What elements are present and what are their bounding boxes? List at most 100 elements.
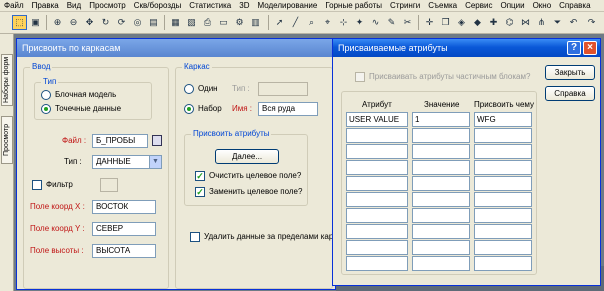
split-icon[interactable]: ⋔ [534,15,549,30]
menu-item[interactable]: Правка [28,0,63,12]
measure-icon[interactable]: ⌖ [320,15,335,30]
table-cell[interactable] [474,128,532,143]
z-coord-field[interactable]: ВЫСОТА [92,244,156,258]
y-coord-field[interactable]: СЕВЕР [92,222,156,236]
chevron-down-icon[interactable]: ▼ [149,156,161,168]
table-cell[interactable] [346,176,408,191]
table-cell[interactable] [412,144,470,159]
table-cell[interactable] [412,256,470,271]
join-icon[interactable]: ⋈ [518,15,533,30]
menu-item[interactable]: Сервис [461,0,496,12]
view-icon[interactable]: ▧ [184,15,199,30]
menu-item[interactable]: Опции [496,0,528,12]
table-cell[interactable] [346,208,408,223]
target-icon[interactable]: ◈ [454,15,469,30]
table-cell[interactable] [346,192,408,207]
plot-icon[interactable]: ▥ [248,15,263,30]
table-cell[interactable] [474,224,532,239]
menu-item[interactable]: Съемка [424,0,461,12]
radio-block-model[interactable] [41,90,51,100]
menu-item[interactable]: Моделирование [253,0,321,12]
move-icon[interactable]: ✛ [422,15,437,30]
tab-form-sets[interactable]: Наборы форм [1,54,13,106]
table-cell[interactable]: USER VALUE [346,112,408,127]
table-cell[interactable] [474,208,532,223]
undo-icon[interactable]: ↶ [566,15,581,30]
menu-item[interactable]: Статистика [185,0,235,12]
filter-icon[interactable]: ⏷ [550,15,565,30]
file-field[interactable]: Б_ПРОБЫ [92,134,148,148]
wireframe-name-field[interactable]: Вся руда [258,102,318,116]
table-cell[interactable] [346,240,408,255]
table-cell[interactable] [474,160,532,175]
menu-item[interactable]: Просмотр [85,0,130,12]
refresh-icon[interactable]: ⟳ [114,15,129,30]
redo-icon[interactable]: ↷ [584,15,599,30]
table-cell[interactable]: 1 [412,112,470,127]
filter-checkbox[interactable] [32,180,42,190]
pointer-tool-icon[interactable]: ⬚ [12,15,27,30]
window-icon[interactable]: ▭ [216,15,231,30]
string-icon[interactable]: ∿ [368,15,383,30]
redraw-icon[interactable]: ◎ [130,15,145,30]
table-cell[interactable] [474,256,532,271]
table-cell[interactable] [346,128,408,143]
point-icon[interactable]: ✦ [352,15,367,30]
menu-item[interactable]: 3D [235,0,253,12]
radio-set[interactable] [184,104,194,114]
table-cell[interactable] [412,160,470,175]
node-icon[interactable]: ⌬ [502,15,517,30]
select-tool-icon[interactable]: ▣ [28,15,43,30]
help-button[interactable]: Справка [545,86,595,101]
arrow-icon[interactable]: ➚ [272,15,287,30]
table-cell[interactable] [474,240,532,255]
table-cell[interactable] [346,224,408,239]
table-cell[interactable] [474,192,532,207]
clear-target-checkbox[interactable]: ✓ [195,171,205,181]
more-button[interactable]: Далее... [215,149,279,164]
replace-target-checkbox[interactable]: ✓ [195,187,205,197]
menu-item[interactable]: Файл [0,0,28,12]
table-cell[interactable] [412,208,470,223]
table-cell[interactable] [346,160,408,175]
close-icon[interactable]: × [583,41,597,55]
line-icon[interactable]: ╱ [288,15,303,30]
table-cell[interactable] [474,144,532,159]
table-cell[interactable]: WFG [474,112,532,127]
menu-item[interactable]: Стринги [386,0,424,12]
zoom-in-icon[interactable]: ⊕ [50,15,65,30]
table-cell[interactable] [412,224,470,239]
search-icon[interactable]: ⌕ [304,15,319,30]
table-cell[interactable] [346,144,408,159]
table-cell[interactable] [412,192,470,207]
radio-single[interactable] [184,84,194,94]
cut-icon[interactable]: ✂ [400,15,415,30]
main-dialog-titlebar[interactable]: Присвоить по каркасам [17,39,335,57]
copy-icon[interactable]: ❐ [438,15,453,30]
grid-icon[interactable]: ▦ [168,15,183,30]
menu-item[interactable]: Горные работы [321,0,386,12]
tab-preview[interactable]: Просмотр [1,116,13,164]
x-coord-field[interactable]: ВОСТОК [92,200,156,214]
table-cell[interactable] [346,256,408,271]
radio-point-data[interactable] [41,104,51,114]
edit-icon[interactable]: ✎ [384,15,399,30]
zoom-out-icon[interactable]: ⊖ [66,15,81,30]
table-cell[interactable] [412,176,470,191]
table-cell[interactable] [474,176,532,191]
layers-icon[interactable]: ▤ [146,15,161,30]
settings-icon[interactable]: ⚙ [232,15,247,30]
print-icon[interactable]: ⎙ [200,15,215,30]
snap-icon[interactable]: ⊹ [336,15,351,30]
cross-icon[interactable]: ✚ [486,15,501,30]
browse-file-icon[interactable] [152,135,162,146]
pan-icon[interactable]: ✥ [82,15,97,30]
diamond-icon[interactable]: ◆ [470,15,485,30]
menu-item[interactable]: Вид [63,0,85,12]
menu-item[interactable]: Скв/борозды [130,0,186,12]
help-question-icon[interactable]: ? [567,41,581,55]
table-cell[interactable] [412,240,470,255]
attr-dialog-titlebar[interactable]: Присваиваемые атрибуты [333,39,600,57]
close-button[interactable]: Закрыть [545,65,595,80]
rotate-icon[interactable]: ↻ [98,15,113,30]
